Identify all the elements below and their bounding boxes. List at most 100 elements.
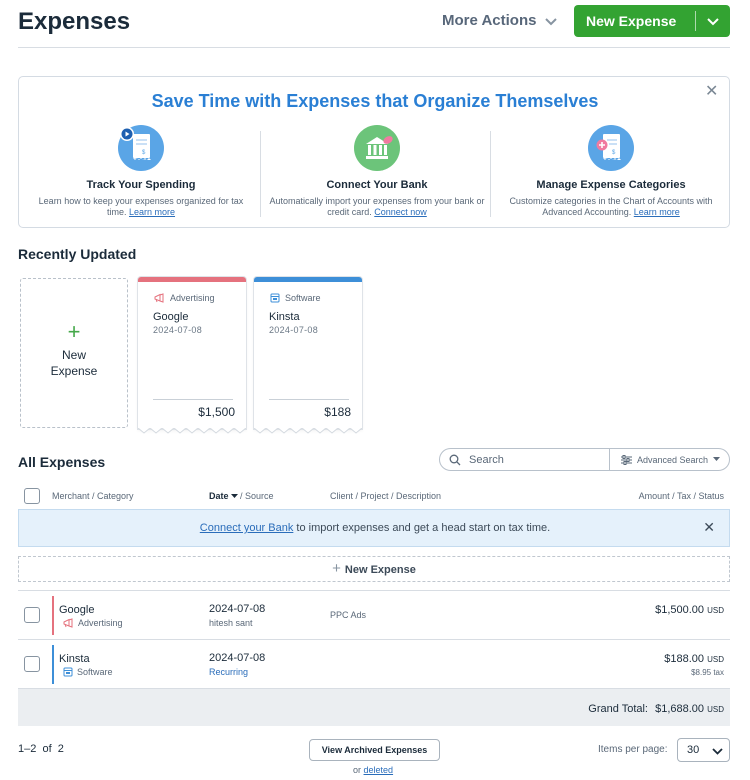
- card-merchant: Kinsta: [269, 311, 300, 323]
- promo-text: Learn how to keep your expenses organize…: [38, 196, 244, 217]
- card-category: Software: [270, 293, 362, 303]
- chevron-down-icon: [712, 748, 723, 755]
- grand-total-label: Grand Total:: [588, 703, 648, 715]
- new-expense-card-label: New Expense: [50, 348, 98, 378]
- close-icon[interactable]: ✕: [705, 84, 719, 100]
- plus-icon: +: [67, 319, 81, 344]
- row-amount: $1,500.00 USD: [655, 604, 724, 616]
- row-description: PPC Ads: [330, 610, 367, 620]
- new-expense-row-button[interactable]: + New Expense: [18, 556, 730, 582]
- recent-expense-card[interactable]: Advertising Google 2024-07-08 $1,500: [138, 277, 246, 434]
- row-date: 2024-07-08: [209, 652, 266, 664]
- category-color-band: [254, 277, 362, 282]
- promo-expense-categories: $ Manage Expense Categories Customize ca…: [493, 125, 729, 223]
- column-amount[interactable]: Amount / Tax / Status: [639, 491, 724, 501]
- column-date[interactable]: Date: [209, 491, 240, 501]
- card-amount: $1,500: [198, 405, 235, 419]
- receipt-play-icon: $: [118, 125, 164, 171]
- category-color-bar: [52, 596, 54, 635]
- recurring-link[interactable]: Recurring: [209, 667, 248, 677]
- view-archived-button[interactable]: View Archived Expenses: [309, 739, 440, 761]
- category-color-band: [138, 277, 246, 282]
- card-date: 2024-07-08: [153, 325, 203, 335]
- more-actions-button[interactable]: More Actions: [442, 12, 558, 29]
- promo-heading: Connect Your Bank: [326, 179, 428, 191]
- column-merchant[interactable]: Merchant / Category: [52, 491, 134, 501]
- table-row[interactable]: Kinsta Software 2024-07-08 Recurring $18…: [18, 639, 730, 688]
- divider: [490, 131, 491, 217]
- promo-text: Customize categories in the Chart of Acc…: [509, 196, 713, 217]
- card-amount: $188: [324, 405, 351, 419]
- expenses-page: Expenses More Actions New Expense Save T…: [18, 0, 730, 780]
- row-merchant: Kinsta: [59, 653, 90, 665]
- table-header: Merchant / Category Date / Source Client…: [18, 486, 730, 508]
- row-source: hitesh sant: [209, 618, 253, 628]
- plus-icon: +: [332, 560, 341, 577]
- deleted-link[interactable]: deleted: [364, 765, 394, 775]
- bank-icon: [354, 125, 400, 171]
- chevron-down-icon: [707, 18, 719, 26]
- column-client[interactable]: Client / Project / Description: [330, 491, 441, 501]
- page-title: Expenses: [18, 8, 131, 35]
- row-category: Software: [63, 667, 113, 677]
- divider: [269, 399, 349, 400]
- row-category: Advertising: [63, 618, 123, 628]
- search-bar: Advanced Search: [439, 448, 730, 471]
- learn-more-link[interactable]: Learn more: [634, 207, 680, 217]
- items-per-page-select[interactable]: 30: [677, 738, 730, 762]
- card-category: Advertising: [154, 293, 246, 303]
- more-actions-label: More Actions: [442, 12, 537, 29]
- new-expense-button[interactable]: New Expense: [574, 5, 730, 37]
- caret-down-icon: [713, 457, 721, 461]
- promo-panel: Save Time with Expenses that Organize Th…: [18, 76, 730, 228]
- connect-bank-banner: Connect your Bank to import expenses and…: [18, 509, 730, 547]
- category-color-bar: [52, 645, 54, 684]
- pagination-info: 1–2 of 2: [18, 743, 64, 755]
- new-expense-label: New Expense: [586, 13, 677, 29]
- learn-more-link[interactable]: Learn more: [129, 207, 175, 217]
- column-source[interactable]: / Source: [240, 491, 274, 501]
- receipt-plus-icon: $: [588, 125, 634, 171]
- promo-heading: Track Your Spending: [86, 179, 196, 191]
- promo-track-spending: $ Track Your Spending Learn how to keep …: [23, 125, 259, 223]
- page-header: Expenses More Actions New Expense: [18, 0, 730, 48]
- megaphone-icon: [63, 618, 73, 628]
- receipt-edge: [254, 428, 362, 434]
- promo-text: Automatically import your expenses from …: [269, 196, 485, 217]
- chevron-down-icon: [545, 17, 558, 25]
- row-checkbox[interactable]: [24, 607, 40, 623]
- promo-heading: Manage Expense Categories: [536, 179, 686, 191]
- row-tax: $8.95 tax: [691, 668, 724, 677]
- table-row[interactable]: Google Advertising 2024-07-08 hitesh san…: [18, 590, 730, 639]
- deleted-link-row: or deleted: [353, 765, 394, 775]
- search-icon: [449, 454, 461, 465]
- search-input[interactable]: [469, 453, 599, 466]
- connect-now-link[interactable]: Connect now: [374, 207, 427, 217]
- promo-connect-bank: Connect Your Bank Automatically import y…: [259, 125, 495, 223]
- connect-bank-link[interactable]: Connect your Bank: [200, 522, 294, 534]
- row-amount: $188.00 USD: [664, 653, 724, 665]
- software-icon: [63, 667, 73, 677]
- row-merchant: Google: [59, 604, 95, 616]
- recently-updated-title: Recently Updated: [18, 246, 137, 262]
- new-expense-card[interactable]: + New Expense: [20, 278, 128, 428]
- row-checkbox[interactable]: [24, 656, 40, 672]
- new-expense-menu-toggle[interactable]: [696, 14, 730, 28]
- promo-title: Save Time with Expenses that Organize Th…: [151, 91, 599, 111]
- close-icon[interactable]: ✕: [703, 519, 715, 536]
- card-date: 2024-07-08: [269, 325, 319, 335]
- grand-total-row: Grand Total: $1,688.00 USD: [18, 688, 730, 726]
- recent-expense-card[interactable]: Software Kinsta 2024-07-08 $188: [254, 277, 362, 434]
- megaphone-icon: [154, 293, 164, 303]
- all-expenses-title: All Expenses: [18, 454, 106, 470]
- select-all-checkbox[interactable]: [24, 488, 40, 504]
- grand-total-value: $1,688.00 USD: [655, 703, 724, 715]
- sort-down-icon: [230, 494, 238, 498]
- software-icon: [270, 293, 280, 303]
- divider: [153, 399, 233, 400]
- items-per-page-label: Items per page:: [598, 744, 668, 755]
- receipt-edge: [138, 428, 246, 434]
- advanced-search-button[interactable]: Advanced Search: [609, 449, 730, 470]
- row-date: 2024-07-08: [209, 603, 266, 615]
- card-merchant: Google: [153, 311, 189, 323]
